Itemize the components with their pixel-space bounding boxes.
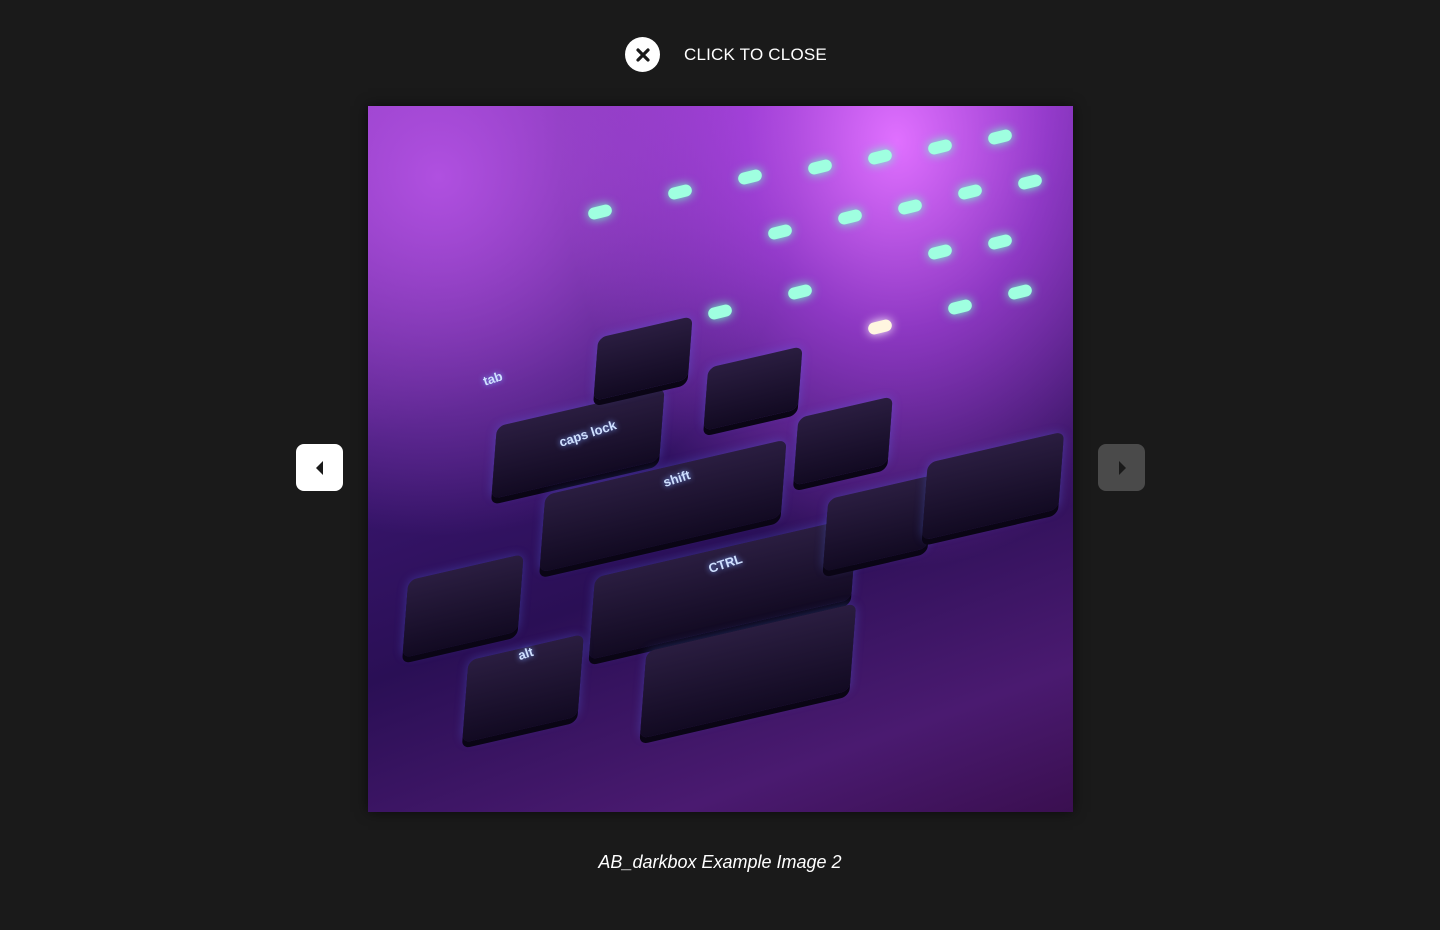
lightbox-image: shift CTRL caps lock tab alt <box>368 106 1073 812</box>
key <box>822 475 934 572</box>
close-button[interactable]: CLICK TO CLOSE <box>625 37 827 72</box>
key <box>921 431 1065 541</box>
image-caption: AB_darkbox Example Image 2 <box>598 852 842 872</box>
key <box>402 553 524 659</box>
key <box>793 396 893 486</box>
close-label[interactable]: CLICK TO CLOSE <box>684 45 827 65</box>
key <box>593 316 693 401</box>
key <box>703 346 803 431</box>
key-legend: tab <box>481 368 505 389</box>
previous-button[interactable] <box>296 444 343 491</box>
triangle-right-icon <box>1118 460 1126 475</box>
triangle-left-icon <box>315 460 323 475</box>
next-button[interactable] <box>1098 444 1145 491</box>
close-icon[interactable] <box>625 37 660 72</box>
